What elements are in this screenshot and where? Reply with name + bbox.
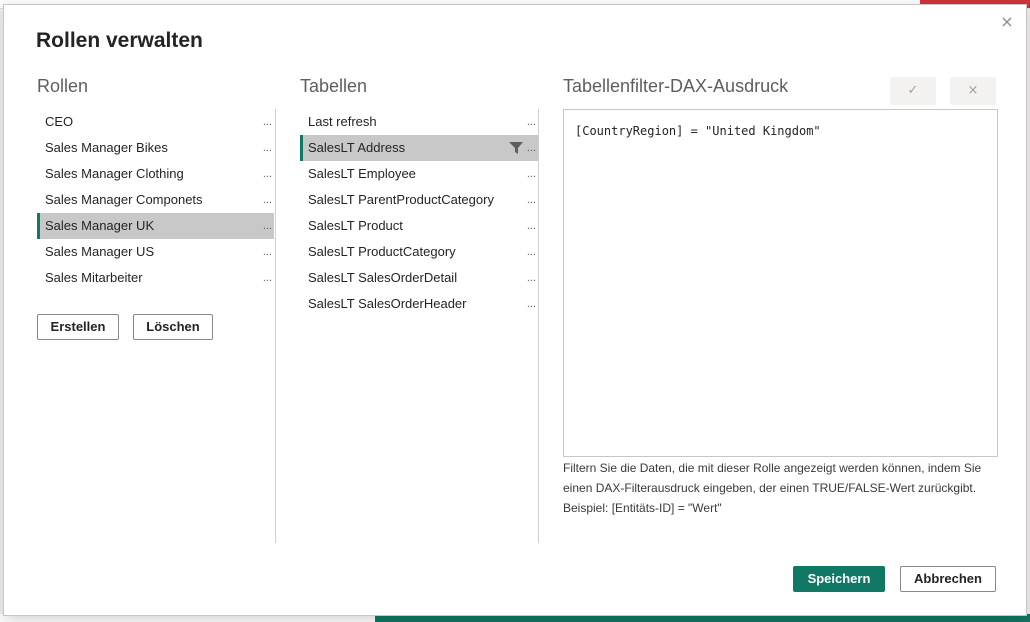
check-icon[interactable]: ✓ — [890, 77, 936, 105]
role-item[interactable]: Sales Manager Componets... — [37, 187, 274, 213]
table-item-label: Last refresh — [308, 114, 377, 129]
table-item[interactable]: SalesLT Product... — [300, 213, 538, 239]
role-item-label: Sales Manager US — [45, 244, 155, 259]
table-item[interactable]: SalesLT Address... — [300, 135, 538, 161]
table-item[interactable]: SalesLT SalesOrderDetail... — [300, 265, 538, 291]
cancel-filter-icon[interactable]: × — [950, 77, 996, 105]
role-item-label: Sales Manager UK — [45, 218, 155, 233]
more-options-button[interactable]: ... — [527, 161, 536, 187]
more-options-button[interactable]: ... — [263, 265, 272, 291]
more-options-button[interactable]: ... — [263, 239, 272, 265]
role-item[interactable]: Sales Manager Bikes... — [37, 135, 274, 161]
table-item-label: SalesLT Employee — [308, 166, 416, 181]
more-options-button[interactable]: ... — [527, 265, 536, 291]
table-item-label: SalesLT SalesOrderHeader — [308, 296, 467, 311]
save-button[interactable]: Speichern — [793, 566, 885, 592]
cancel-button[interactable]: Abbrechen — [900, 566, 996, 592]
table-item-label: SalesLT ProductCategory — [308, 244, 456, 259]
table-item-label: SalesLT Product — [308, 218, 403, 233]
roles-list: CEO... Sales Manager Bikes... Sales Manage… — [37, 109, 274, 291]
dialog-title: Rollen verwalten — [36, 29, 203, 52]
more-options-button[interactable]: ... — [263, 135, 272, 161]
table-item-label: SalesLT Address — [308, 140, 406, 155]
more-options-button[interactable]: ... — [527, 239, 536, 265]
role-item[interactable]: Sales Manager UK... — [37, 213, 274, 239]
table-item[interactable]: Last refresh... — [300, 109, 538, 135]
filter-help-text: Filtern Sie die Daten, die mit dieser Ro… — [563, 461, 982, 515]
role-item-label: Sales Manager Clothing — [45, 166, 184, 181]
dax-expression-text: [CountryRegion] = "United Kingdom" — [575, 124, 821, 138]
more-options-button[interactable]: ... — [263, 161, 272, 187]
close-icon[interactable]: × — [998, 13, 1016, 31]
filter-icon — [509, 142, 523, 154]
column-divider — [275, 109, 276, 543]
table-item[interactable]: SalesLT Employee... — [300, 161, 538, 187]
table-item[interactable]: SalesLT ProductCategory... — [300, 239, 538, 265]
more-options-button[interactable]: ... — [263, 213, 272, 239]
create-role-button[interactable]: Erstellen — [37, 314, 119, 340]
tables-heading: Tabellen — [300, 76, 368, 96]
filter-heading: Tabellenfilter-DAX-Ausdruck — [563, 76, 789, 96]
role-item-label: Sales Mitarbeiter — [45, 270, 143, 285]
dax-expression-editor[interactable]: [CountryRegion] = "United Kingdom" — [563, 109, 998, 457]
more-options-button[interactable]: ... — [263, 109, 272, 135]
role-item[interactable]: CEO... — [37, 109, 274, 135]
column-divider — [538, 109, 539, 543]
role-item[interactable]: Sales Manager US... — [37, 239, 274, 265]
table-item-label: SalesLT ParentProductCategory — [308, 192, 494, 207]
roles-heading: Rollen — [37, 76, 89, 96]
role-item[interactable]: Sales Mitarbeiter... — [37, 265, 274, 291]
more-options-button[interactable]: ... — [263, 187, 272, 213]
table-item[interactable]: SalesLT ParentProductCategory... — [300, 187, 538, 213]
table-item-label: SalesLT SalesOrderDetail — [308, 270, 458, 285]
delete-role-button[interactable]: Löschen — [133, 314, 213, 340]
role-item-label: CEO — [45, 114, 74, 129]
more-options-button[interactable]: ... — [527, 109, 536, 135]
more-options-button[interactable]: ... — [527, 135, 536, 161]
table-item[interactable]: SalesLT SalesOrderHeader... — [300, 291, 538, 317]
manage-roles-dialog: × Rollen verwalten Rollen CEO... Sales Ma… — [3, 4, 1027, 616]
role-item[interactable]: Sales Manager Clothing... — [37, 161, 274, 187]
role-item-label: Sales Manager Componets — [45, 192, 203, 207]
more-options-button[interactable]: ... — [527, 187, 536, 213]
more-options-button[interactable]: ... — [527, 213, 536, 239]
more-options-button[interactable]: ... — [527, 291, 536, 317]
role-item-label: Sales Manager Bikes — [45, 140, 168, 155]
tables-list: Last refresh... SalesLT Address... SalesLT… — [300, 109, 538, 317]
